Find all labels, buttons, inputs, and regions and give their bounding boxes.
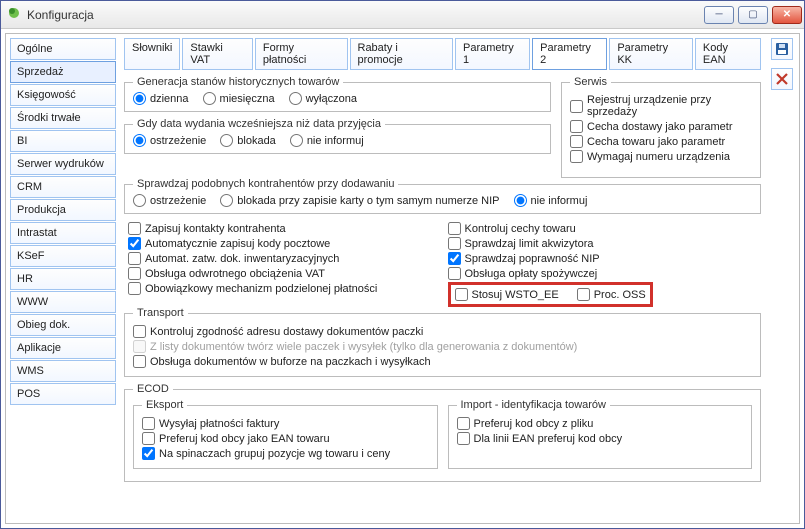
radio-off[interactable]: wyłączona	[289, 92, 357, 105]
window-title: Konfiguracja	[27, 8, 704, 22]
group-eksport: Eksport Wysyłaj płatności faktury Prefer…	[133, 399, 438, 469]
config-window: Konfiguracja ─ ▢ ✕ OgólneSprzedażKsięgow…	[0, 0, 805, 529]
check-t1[interactable]: Kontroluj zgodność adresu dostawy dokume…	[133, 325, 752, 338]
radio-none[interactable]: nie informuj	[290, 134, 364, 147]
check-l3[interactable]: Automat. zatw. dok. inwentaryzacyjnych	[128, 252, 438, 265]
group-transport-legend: Transport	[133, 307, 188, 319]
group-ecod-legend: ECOD	[133, 383, 173, 395]
check-i1[interactable]: Preferuj kod obcy z pliku	[457, 417, 744, 430]
check-r3[interactable]: Sprawdzaj poprawność NIP	[448, 252, 758, 265]
close-button[interactable]: ✕	[772, 6, 802, 24]
check-r1[interactable]: Kontroluj cechy towaru	[448, 222, 758, 235]
check-l4[interactable]: Obsługa odwrotnego obciążenia VAT	[128, 267, 438, 280]
main-panel: SłownikiStawki VATFormy płatnościRabaty …	[124, 38, 761, 519]
check-reg[interactable]: Rejestruj urządzenie przy sprzedaży	[570, 94, 752, 118]
radio-daily[interactable]: dzienna	[133, 92, 189, 105]
check-r2[interactable]: Sprawdzaj limit akwizytora	[448, 237, 758, 250]
check-l1[interactable]: Zapisuj kontakty kontrahenta	[128, 222, 438, 235]
radio-k-warn[interactable]: ostrzeżenie	[133, 194, 206, 207]
maximize-button[interactable]: ▢	[738, 6, 768, 24]
radio-monthly[interactable]: miesięczna	[203, 92, 275, 105]
minimize-button[interactable]: ─	[704, 6, 734, 24]
check-r4[interactable]: Obsługa opłaty spożywczej	[448, 267, 758, 280]
check-l2[interactable]: Automatycznie zapisuj kody pocztowe	[128, 237, 438, 250]
check-t3[interactable]: Obsługa dokumentów w buforze na paczkach…	[133, 355, 752, 368]
content: OgólneSprzedażKsięgowośćŚrodki trwałeBIS…	[1, 29, 804, 528]
group-kontrahenci-legend: Sprawdzaj podobnych kontrahentów przy do…	[133, 178, 398, 190]
check-e1[interactable]: Wysyłaj płatności faktury	[142, 417, 429, 430]
check-tow[interactable]: Cecha towaru jako parametr	[570, 135, 752, 148]
window-buttons: ─ ▢ ✕	[704, 6, 802, 24]
group-eksport-legend: Eksport	[142, 399, 187, 411]
group-ecod: ECOD Eksport Wysyłaj płatności faktury P…	[124, 383, 761, 482]
group-transport: Transport Kontroluj zgodność adresu dost…	[124, 307, 761, 377]
check-e2[interactable]: Preferuj kod obcy jako EAN towaru	[142, 432, 429, 445]
check-e3[interactable]: Na spinaczach grupuj pozycje wg towaru i…	[142, 447, 429, 460]
group-gen-hist-legend: Generacja stanów historycznych towarów	[133, 76, 343, 88]
panel-area: Generacja stanów historycznych towarów d…	[124, 76, 761, 519]
group-data-wyd: Gdy data wydania wcześniejsza niż data p…	[124, 118, 551, 154]
group-data-wyd-legend: Gdy data wydania wcześniejsza niż data p…	[133, 118, 385, 130]
app-icon	[7, 6, 21, 23]
radio-k-block[interactable]: blokada przy zapisie karty o tym samym n…	[220, 194, 499, 207]
radio-block[interactable]: blokada	[220, 134, 276, 147]
radio-k-none[interactable]: nie informuj	[514, 194, 588, 207]
check-oss[interactable]: Proc. OSS	[577, 288, 646, 301]
group-serwis: Serwis Rejestruj urządzenie przy sprzeda…	[561, 76, 761, 178]
group-import: Import - identyfikacja towarów Preferuj …	[448, 399, 753, 469]
check-num[interactable]: Wymagaj numeru urządzenia	[570, 150, 752, 163]
group-serwis-legend: Serwis	[570, 76, 611, 88]
check-wsto[interactable]: Stosuj WSTO_EE	[455, 288, 559, 301]
radio-warn[interactable]: ostrzeżenie	[133, 134, 206, 147]
titlebar: Konfiguracja ─ ▢ ✕	[1, 1, 804, 29]
check-dost[interactable]: Cecha dostawy jako parametr	[570, 120, 752, 133]
check-l5[interactable]: Obowiązkowy mechanizm podzielonej płatno…	[128, 282, 438, 295]
highlight-box: Stosuj WSTO_EE Proc. OSS	[448, 282, 653, 307]
group-kontrahenci: Sprawdzaj podobnych kontrahentów przy do…	[124, 178, 761, 214]
group-gen-hist: Generacja stanów historycznych towarów d…	[124, 76, 551, 112]
check-t2: Z listy dokumentów twórz wiele paczek i …	[133, 340, 752, 353]
group-import-legend: Import - identyfikacja towarów	[457, 399, 611, 411]
check-i2[interactable]: Dla linii EAN preferuj kod obcy	[457, 432, 744, 445]
